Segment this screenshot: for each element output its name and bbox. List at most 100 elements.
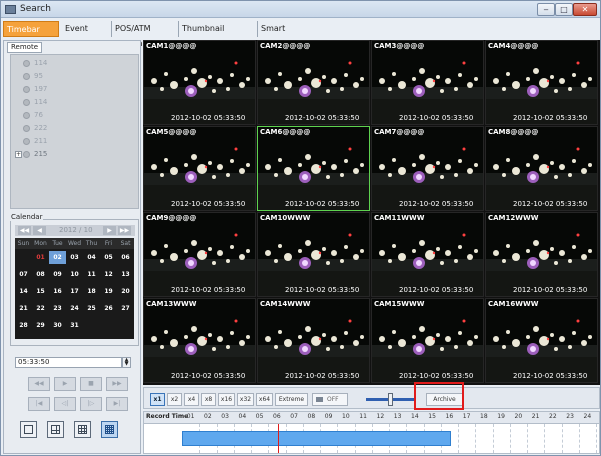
stop-button[interactable]: ■ <box>80 377 102 391</box>
calendar-day[interactable]: 06 <box>117 251 134 264</box>
calendar-day[interactable]: 20 <box>117 285 134 298</box>
step-forward-button[interactable]: |▷ <box>80 397 102 411</box>
calendar-day[interactable]: 27 <box>117 302 134 315</box>
volume-slider[interactable] <box>366 393 414 406</box>
camera-view[interactable]: CAM15WWW 2012-10-02 05:33:50 <box>371 298 484 383</box>
fast-rewind-button[interactable]: ◀◀ <box>28 377 50 391</box>
calendar-day[interactable]: 17 <box>66 285 83 298</box>
minimize-button[interactable]: ‒ <box>537 3 555 16</box>
camera-view[interactable]: CAM11WWW 2012-10-02 05:33:50 <box>371 212 484 297</box>
calendar-day[interactable]: 22 <box>32 302 49 315</box>
tab-smart-search[interactable]: Smart Search <box>258 21 316 48</box>
calendar-day[interactable]: 25 <box>83 302 100 315</box>
play-button[interactable]: ▶ <box>54 377 76 391</box>
layout-1x1-button[interactable] <box>20 421 37 438</box>
go-start-button[interactable]: |◀ <box>28 397 50 411</box>
close-button[interactable]: ✕ <box>573 3 597 16</box>
camera-name: CAM8@@@@ <box>488 128 539 136</box>
calendar-day[interactable]: 28 <box>15 319 32 332</box>
timeline-header: Record Time 01 02 03 04 05 06 07 08 09 10 11 12 13 14… <box>144 412 599 424</box>
record-time-label: Record Time <box>146 413 189 420</box>
calendar-day[interactable]: 31 <box>66 319 83 332</box>
camera-view[interactable]: CAM4@@@@ 2012-10-02 05:33:50 <box>485 40 598 125</box>
camera-view[interactable]: CAM14WWW 2012-10-02 05:33:50 <box>257 298 370 383</box>
calendar-day[interactable]: 08 <box>32 268 49 281</box>
camera-view[interactable]: CAM16WWW 2012-10-02 05:33:50 <box>485 298 598 383</box>
speed-x8-button[interactable]: x8 <box>201 393 216 406</box>
calendar-day[interactable]: 23 <box>49 302 66 315</box>
calendar-day[interactable]: 02 <box>49 251 66 264</box>
camera-name: CAM15WWW <box>374 300 425 308</box>
expand-icon[interactable]: + <box>15 151 22 158</box>
camera-timestamp: 2012-10-02 05:33:50 <box>171 200 246 208</box>
calendar-day[interactable]: 13 <box>117 268 134 281</box>
audio-toggle[interactable]: OFF <box>312 393 348 406</box>
next-month-button[interactable]: ▶ <box>103 226 116 235</box>
calendar-day[interactable]: 30 <box>49 319 66 332</box>
calendar-day[interactable]: 26 <box>100 302 117 315</box>
calendar-day[interactable]: 12 <box>100 268 117 281</box>
layout-4x4-button[interactable] <box>101 421 118 438</box>
calendar-day[interactable]: 04 <box>83 251 100 264</box>
timeline-gridline <box>458 424 459 453</box>
tab-event-search[interactable]: Event Search <box>62 21 112 48</box>
calendar-day[interactable]: 19 <box>100 285 117 298</box>
camera-feed-image <box>144 41 255 124</box>
prev-month-button[interactable]: ◀ <box>33 226 46 235</box>
speed-x32-button[interactable]: x32 <box>237 393 254 406</box>
camera-view[interactable]: CAM10WWW 2012-10-02 05:33:50 <box>257 212 370 297</box>
maximize-button[interactable]: □ <box>555 3 573 16</box>
calendar-day[interactable]: 09 <box>49 268 66 281</box>
camera-view[interactable]: CAM13WWW 2012-10-02 05:33:50 <box>143 298 256 383</box>
speed-x1-button[interactable]: x1 <box>150 393 165 406</box>
calendar-day[interactable]: 03 <box>66 251 83 264</box>
speed-x2-button[interactable]: x2 <box>167 393 182 406</box>
timeline-hour-label: 02 <box>204 413 212 420</box>
calendar-day[interactable]: 01 <box>32 251 49 264</box>
calendar-day[interactable]: 07 <box>15 268 32 281</box>
camera-view[interactable]: CAM8@@@@ 2012-10-02 05:33:50 <box>485 126 598 211</box>
recording-bar[interactable] <box>182 431 452 446</box>
time-spinner[interactable]: ▲ ▼ <box>122 357 131 368</box>
calendar-day[interactable]: 29 <box>32 319 49 332</box>
timeline-cursor[interactable] <box>277 424 279 453</box>
calendar-day[interactable]: 18 <box>83 285 100 298</box>
record-timeline[interactable]: Record Time 01 02 03 04 05 06 07 08 09 10 11 12 13 14… <box>143 411 600 454</box>
time-input[interactable]: 05:33:50 <box>15 357 122 368</box>
calendar-day[interactable]: 14 <box>15 285 32 298</box>
prev-year-button[interactable]: ◀◀ <box>18 226 31 235</box>
slider-knob[interactable] <box>388 393 393 406</box>
camera-feed-image <box>486 41 597 124</box>
speed-extreme-button[interactable]: Extreme <box>275 393 308 406</box>
step-back-button[interactable]: ◁| <box>54 397 76 411</box>
remote-tab[interactable]: Remote <box>7 42 43 53</box>
speed-x64-button[interactable]: x64 <box>256 393 273 406</box>
go-end-button[interactable]: ▶| <box>106 397 128 411</box>
tab-pos-atm-search[interactable]: POS/ATM Search <box>112 21 179 48</box>
camera-view[interactable]: CAM9@@@@ 2012-10-02 05:33:50 <box>143 212 256 297</box>
camera-view[interactable]: CAM3@@@@ 2012-10-02 05:33:50 <box>371 40 484 125</box>
camera-view[interactable]: CAM12WWW 2012-10-02 05:33:50 <box>485 212 598 297</box>
layout-3x3-button[interactable] <box>74 421 91 438</box>
calendar-day[interactable]: 24 <box>66 302 83 315</box>
timeline-hour-label: 18 <box>480 413 488 420</box>
layout-2x2-button[interactable] <box>47 421 64 438</box>
calendar-day[interactable]: 16 <box>49 285 66 298</box>
speed-x4-button[interactable]: x4 <box>184 393 199 406</box>
camera-view[interactable]: CAM6@@@@ 2012-10-02 05:33:50 <box>257 126 370 211</box>
tab-timebar-search[interactable]: Timebar Search <box>3 21 59 49</box>
next-year-button[interactable]: ▶▶ <box>118 226 131 235</box>
calendar-day[interactable]: 21 <box>15 302 32 315</box>
calendar-day[interactable]: 05 <box>100 251 117 264</box>
timeline-gridline <box>492 424 494 453</box>
speed-x16-button[interactable]: x16 <box>218 393 235 406</box>
calendar-day[interactable]: 15 <box>32 285 49 298</box>
calendar-day[interactable]: 11 <box>83 268 100 281</box>
camera-view[interactable]: CAM5@@@@ 2012-10-02 05:33:50 <box>143 126 256 211</box>
camera-view[interactable]: CAM1@@@@ 2012-10-02 05:33:50 <box>143 40 256 125</box>
camera-view[interactable]: CAM7@@@@ 2012-10-02 05:33:50 <box>371 126 484 211</box>
fast-forward-button[interactable]: ▶▶ <box>106 377 128 391</box>
camera-view[interactable]: CAM2@@@@ 2012-10-02 05:33:50 <box>257 40 370 125</box>
tab-thumbnail-search[interactable]: Thumbnail Search <box>179 21 258 48</box>
calendar-day[interactable]: 10 <box>66 268 83 281</box>
